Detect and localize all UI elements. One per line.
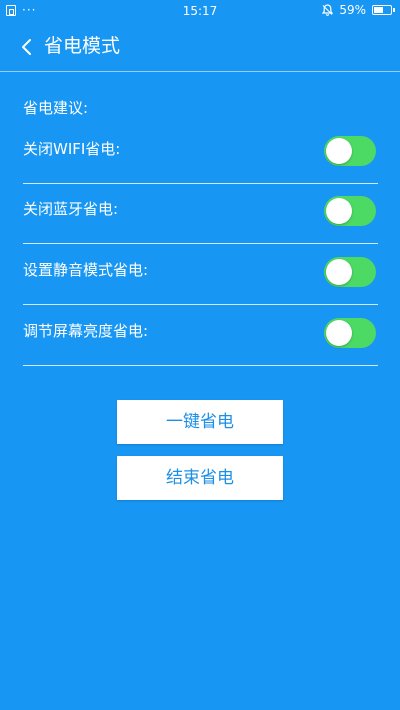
status-bar: ··· 15:17 59%: [0, 0, 400, 22]
toggle-switch-bluetooth[interactable]: [324, 196, 376, 226]
toggle-knob: [326, 320, 352, 346]
bell-muted-icon: [322, 4, 334, 16]
option-label-silent-mode: 设置静音模式省电:: [23, 261, 149, 279]
option-row-bluetooth: 关闭蓝牙省电:: [23, 184, 378, 244]
back-chevron-icon[interactable]: [20, 38, 36, 56]
toggle-knob: [326, 138, 352, 164]
section-label: 省电建议:: [23, 99, 89, 117]
header-bar: 省电模式: [0, 22, 400, 72]
option-row-silent-mode: 设置静音模式省电:: [23, 245, 378, 305]
end-save-button[interactable]: 结束省电: [117, 456, 283, 500]
battery-percent: 59%: [339, 3, 366, 17]
toggle-switch-brightness[interactable]: [324, 318, 376, 348]
option-label-wifi: 关闭WIFI省电:: [23, 140, 121, 158]
toggle-knob: [326, 259, 352, 285]
one-key-save-button[interactable]: 一键省电: [117, 400, 283, 444]
battery-fill: [374, 7, 383, 13]
toggle-knob: [326, 198, 352, 224]
toggle-switch-wifi[interactable]: [324, 136, 376, 166]
option-label-brightness: 调节屏幕亮度省电:: [23, 322, 149, 340]
toggle-switch-silent-mode[interactable]: [324, 257, 376, 287]
battery-icon: [372, 5, 395, 15]
option-row-brightness: 调节屏幕亮度省电:: [23, 306, 378, 366]
status-right: 59%: [322, 3, 395, 17]
option-label-bluetooth: 关闭蓝牙省电:: [23, 200, 119, 218]
option-row-wifi: 关闭WIFI省电:: [23, 124, 378, 184]
page-title: 省电模式: [44, 35, 121, 57]
